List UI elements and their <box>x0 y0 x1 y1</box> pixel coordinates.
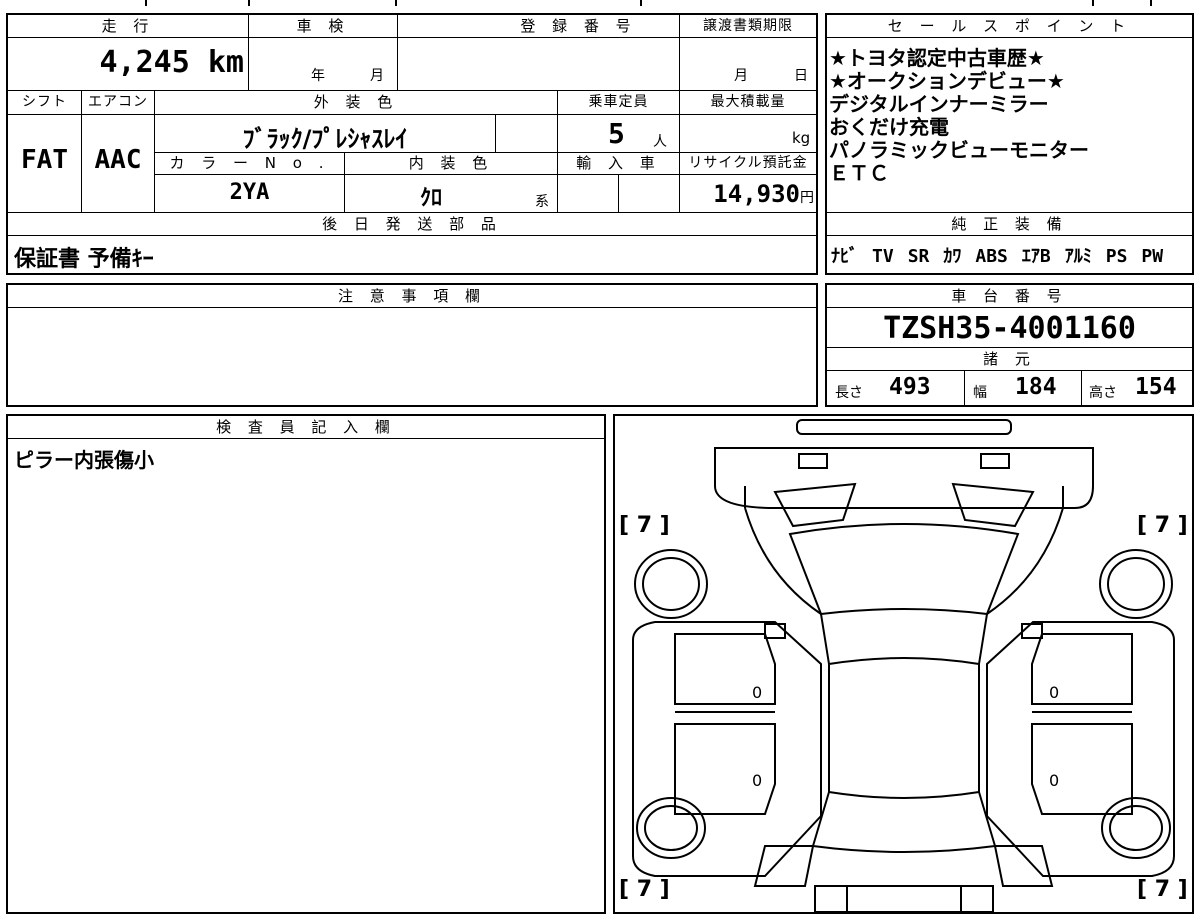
shaken-year: 年 <box>311 68 325 84</box>
door-mark-front-left: 0 <box>752 683 762 702</box>
transfer-deadline-label: 譲渡書類期限 <box>703 18 793 34</box>
equipment-item: PW <box>1141 246 1164 267</box>
equipment-item: ﾅﾋﾞ <box>831 246 858 267</box>
sales-point-item: ★トヨタ認定中古車歴★ <box>829 46 1045 70</box>
equipment-item: ABS <box>975 246 1008 267</box>
sales-point-item: ＥＴＣ <box>829 161 889 185</box>
inspector-note: ピラー内張傷小 <box>14 448 154 472</box>
capacity-unit: 人 <box>653 134 667 150</box>
sales-point-item: デジタルインナーミラー <box>829 92 1049 116</box>
transfer-month: 月 <box>734 68 748 84</box>
shift-value: FAT <box>21 145 68 175</box>
main-info-table: 走 行 車 検 登 録 番 号 譲渡書類期限 4,245 km 年 月 月 日 … <box>6 13 818 275</box>
equipment-item: PS <box>1105 246 1128 267</box>
aircon-label: エアコン <box>88 94 148 110</box>
chassis-number: TZSH35-4001160 <box>883 311 1136 346</box>
shift-label: シフト <box>22 94 67 110</box>
notes-label: 注 意 事 項 欄 <box>337 287 487 305</box>
later-parts-label: 後 日 発 送 部 品 <box>322 215 502 233</box>
capacity-label: 乗車定員 <box>588 94 649 110</box>
notes-panel: 注 意 事 項 欄 <box>6 283 818 407</box>
sales-point-item: ★オークションデビュー★ <box>829 69 1065 93</box>
interior-color-label: 内 装 色 <box>408 154 494 172</box>
equipment-item: ｴｱB <box>1021 246 1051 267</box>
color-no-value: 2YA <box>229 180 270 205</box>
tire-rear-right-score: [ 7 ] <box>1137 877 1188 902</box>
genuine-equipment-list: ﾅﾋﾞ TV SR ｶﾜ ABS ｴｱB ｱﾙﾐ PS PW <box>831 242 1193 268</box>
recycle-deposit-label: リサイクル預託金 <box>688 155 808 171</box>
sales-points-list: ★トヨタ認定中古車歴★ ★オークションデビュー★ デジタルインナーミラー おくだ… <box>829 47 1191 185</box>
interior-color-suffix: 系 <box>535 194 549 210</box>
registration-label: 登 録 番 号 <box>520 17 637 35</box>
vehicle-diagram: [ 7 ] [ 7 ] [ 7 ] [ 7 ] 0 0 0 0 <box>619 419 1188 912</box>
chassis-label: 車 台 番 号 <box>951 287 1068 305</box>
length-value: 493 <box>889 374 931 400</box>
sales-point-item: パノラミックビューモニター <box>829 138 1089 162</box>
mileage-value: 4,245 km <box>99 45 245 80</box>
import-label: 輸 入 車 <box>576 154 661 172</box>
tire-rear-left-score: [ 7 ] <box>619 877 670 902</box>
exterior-color-label: 外 装 色 <box>313 93 399 111</box>
mileage-label: 走 行 <box>101 17 155 35</box>
later-parts-value: 保証書 予備ｷｰ <box>14 247 154 272</box>
sales-points-label: セ ー ル ス ポ イ ン ト <box>887 17 1132 35</box>
max-load-label: 最大積載量 <box>710 94 786 110</box>
recycle-deposit-value: 14,930円 <box>713 180 814 208</box>
chassis-panel: 車 台 番 号 TZSH35-4001160 諸 元 長さ 493 幅 184 … <box>825 283 1194 407</box>
color-no-label: カ ラ ー N o . <box>169 154 330 172</box>
equipment-item: SR <box>907 246 930 267</box>
door-mark-rear-left: 0 <box>752 771 762 790</box>
specs-label: 諸 元 <box>983 350 1036 368</box>
max-load-unit: kg <box>792 129 811 147</box>
length-label: 長さ <box>835 385 863 401</box>
capacity-value: 5 <box>608 117 625 150</box>
exterior-color-value: ﾌﾞﾗｯｸ/ﾌﾟﾚｼｬｽﾚｲ <box>242 125 408 153</box>
width-value: 184 <box>1015 374 1057 400</box>
equipment-item: ｶﾜ <box>943 246 962 267</box>
transfer-day: 日 <box>794 68 808 84</box>
top-strip <box>0 0 1200 8</box>
genuine-equipment-label: 純 正 装 備 <box>951 215 1068 233</box>
shaken-label: 車 検 <box>296 17 350 35</box>
door-mark-front-right: 0 <box>1049 683 1059 702</box>
height-value: 154 <box>1135 374 1177 400</box>
height-label: 高さ <box>1089 385 1117 401</box>
aircon-value: AAC <box>94 145 142 175</box>
tire-front-left-score: [ 7 ] <box>619 513 670 538</box>
inspector-panel: 検 査 員 記 入 欄 ピラー内張傷小 <box>6 414 606 914</box>
vehicle-diagram-panel: [ 7 ] [ 7 ] [ 7 ] [ 7 ] 0 0 0 0 <box>613 414 1194 914</box>
equipment-item: ｱﾙﾐ <box>1064 246 1092 267</box>
door-mark-rear-right: 0 <box>1049 771 1059 790</box>
width-label: 幅 <box>973 385 987 401</box>
inspector-label: 検 査 員 記 入 欄 <box>216 418 396 436</box>
equipment-item: TV <box>872 246 894 267</box>
sales-points-panel: セ ー ル ス ポ イ ン ト ★トヨタ認定中古車歴★ ★オークションデビュー★… <box>825 13 1194 275</box>
sales-point-item: おくだけ充電 <box>829 115 949 139</box>
tire-front-right-score: [ 7 ] <box>1137 513 1188 538</box>
interior-color-value: ｸﾛ <box>419 186 442 211</box>
shaken-month: 月 <box>370 68 384 84</box>
